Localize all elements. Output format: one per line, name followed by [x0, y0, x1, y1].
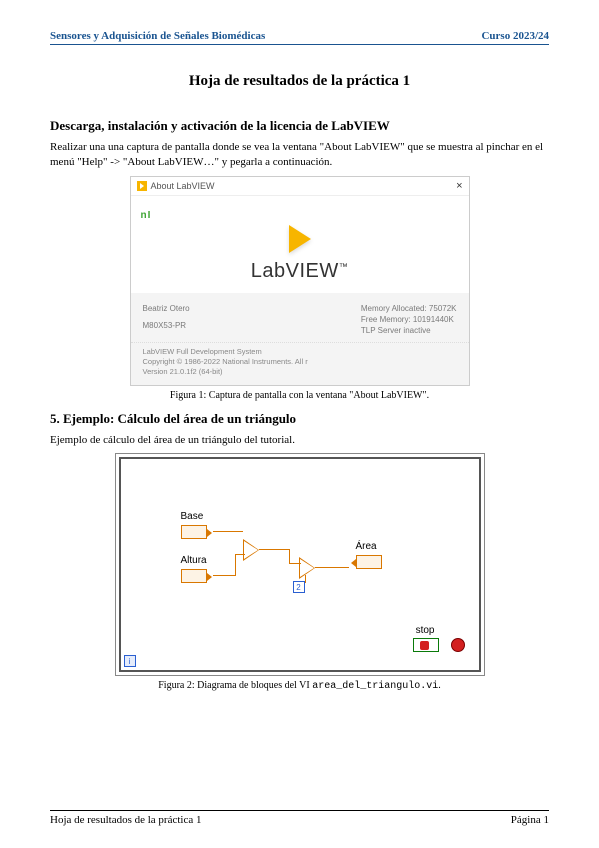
about-mem-col: Memory Allocated: 75072K Free Memory: 10… [361, 303, 457, 337]
header-right: Curso 2023/24 [481, 30, 549, 42]
altura-control [181, 569, 207, 583]
footer-left: Hoja de resultados de la práctica 1 [50, 814, 202, 826]
base-label: Base [181, 511, 204, 522]
product-name: LabVIEW [251, 260, 339, 282]
header-left: Sensores y Adquisición de Señales Bioméd… [50, 30, 265, 42]
section2-heading: 5. Ejemplo: Cálculo del área de un trián… [50, 411, 549, 427]
mem-free: Free Memory: 10191440K [361, 314, 457, 325]
play-icon [289, 225, 311, 253]
about-logo-area: nI LabVIEW™ [131, 196, 469, 293]
figure1-caption: Figura 1: Captura de pantalla con la ven… [50, 390, 549, 401]
block-diagram-screenshot: Base Altura 2 Área i stop [115, 453, 485, 676]
section1-body: Realizar una una captura de pantalla don… [50, 140, 549, 170]
close-icon: × [456, 180, 462, 192]
labview-arrow-icon [137, 181, 147, 191]
constant-2: 2 [293, 581, 305, 593]
figure2-caption: Figura 2: Diagrama de bloques del VI are… [50, 680, 549, 692]
about-line2: Copyright © 1986-2022 National Instrumen… [143, 357, 457, 367]
mem-allocated: Memory Allocated: 75072K [361, 303, 457, 314]
main-title: Hoja de resultados de la práctica 1 [50, 73, 549, 90]
about-info-row: Beatriz Otero M80X53-PR Memory Allocated… [131, 293, 469, 343]
area-indicator [356, 555, 382, 569]
while-loop: Base Altura 2 Área i stop [119, 457, 481, 672]
multiply-node [244, 541, 258, 559]
footer-right: Página 1 [511, 814, 549, 826]
loop-condition-terminal [451, 638, 465, 652]
page-footer: Hoja de resultados de la práctica 1 Pági… [50, 810, 549, 826]
about-labview-screenshot: About LabVIEW × nI LabVIEW™ Beatriz Oter… [130, 176, 470, 386]
about-titlebar: About LabVIEW × [131, 177, 469, 196]
about-user-col: Beatriz Otero M80X53-PR [143, 303, 190, 337]
area-label: Área [356, 541, 377, 552]
figure2-caption-a: Figura 2: Diagrama de bloques del VI [158, 680, 312, 691]
page-header: Sensores y Adquisición de Señales Bioméd… [50, 30, 549, 45]
section2-body: Ejemplo de cálculo del área de un triáng… [50, 433, 549, 448]
about-title-text: About LabVIEW [151, 181, 215, 191]
base-control [181, 525, 207, 539]
stop-label: stop [416, 625, 435, 636]
about-user: Beatriz Otero [143, 303, 190, 314]
figure2-caption-c: . [438, 680, 441, 691]
about-machine: M80X53-PR [143, 320, 190, 331]
stop-control [413, 638, 439, 652]
loop-iteration-terminal: i [124, 655, 136, 667]
about-line3: Version 21.0.1f2 (64-bit) [143, 367, 457, 377]
about-footer: LabVIEW Full Development System Copyrigh… [131, 342, 469, 384]
divide-node [300, 559, 314, 577]
ni-logo: nI [131, 210, 469, 221]
labview-wordmark: LabVIEW™ [131, 260, 469, 283]
trademark: ™ [339, 261, 349, 271]
altura-label: Altura [181, 555, 207, 566]
figure2-filename: area_del_triangulo.vi [312, 681, 438, 692]
tlp-status: TLP Server inactive [361, 325, 457, 336]
about-line1: LabVIEW Full Development System [143, 347, 457, 357]
section1-heading: Descarga, instalación y activación de la… [50, 118, 549, 134]
